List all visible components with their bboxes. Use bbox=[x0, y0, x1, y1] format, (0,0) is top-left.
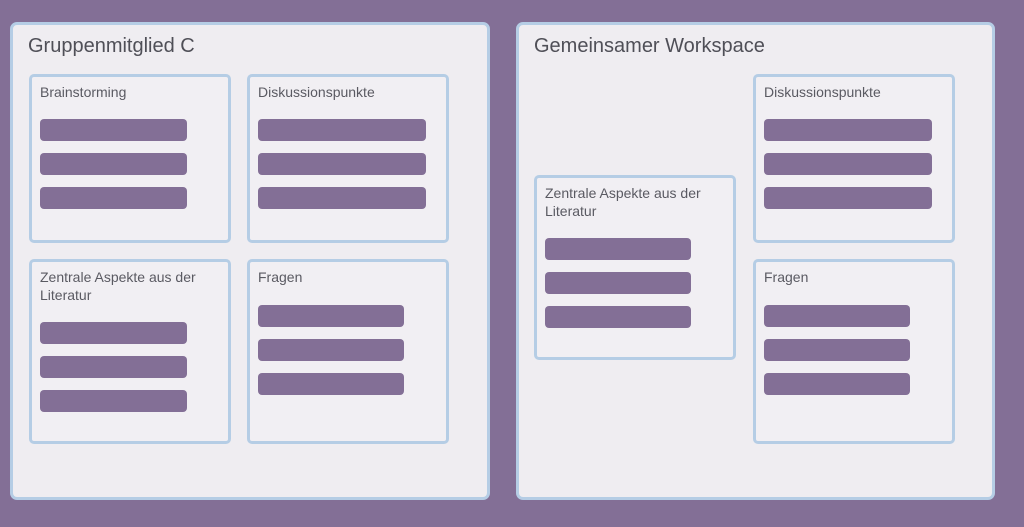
workspace-questions-title: Fragen bbox=[764, 269, 809, 285]
member-discussion-item bbox=[258, 153, 426, 175]
member-discussion-item bbox=[258, 187, 426, 209]
workspace-discussion-item bbox=[764, 119, 932, 141]
workspace-discussion-card: Diskussionspunkte bbox=[753, 74, 955, 243]
member-panel-title: Gruppenmitglied C bbox=[28, 35, 195, 57]
member-brainstorming-title: Brainstorming bbox=[40, 84, 127, 100]
member-brainstorming-item bbox=[40, 153, 187, 175]
member-discussion-item bbox=[258, 119, 426, 141]
workspace-questions-item bbox=[764, 373, 910, 395]
workspace-literature-title: Zentrale Aspekte aus der Literatur bbox=[545, 185, 701, 219]
workspace-literature-item bbox=[545, 238, 691, 260]
workspace-discussion-title: Diskussionspunkte bbox=[764, 84, 881, 100]
workspace-questions-item bbox=[764, 305, 910, 327]
member-literature-title: Zentrale Aspekte aus der Literatur bbox=[40, 269, 196, 303]
member-questions-item bbox=[258, 339, 404, 361]
member-literature-item bbox=[40, 322, 187, 344]
member-brainstorming-item bbox=[40, 119, 187, 141]
member-discussion-card: Diskussionspunkte bbox=[247, 74, 449, 243]
workspace-literature-item bbox=[545, 272, 691, 294]
member-literature-item bbox=[40, 390, 187, 412]
workspace-discussion-item bbox=[764, 153, 932, 175]
member-literature-card: Zentrale Aspekte aus der Literatur bbox=[29, 259, 231, 444]
workspace-panel-title: Gemeinsamer Workspace bbox=[534, 35, 765, 57]
member-questions-card: Fragen bbox=[247, 259, 449, 444]
member-questions-title: Fragen bbox=[258, 269, 303, 285]
workspace-literature-item bbox=[545, 306, 691, 328]
workspace-questions-card: Fragen bbox=[753, 259, 955, 444]
workspace-literature-card: Zentrale Aspekte aus der Literatur bbox=[534, 175, 736, 360]
member-brainstorming-item bbox=[40, 187, 187, 209]
workspace-discussion-item bbox=[764, 187, 932, 209]
member-questions-item bbox=[258, 373, 404, 395]
member-panel: Gruppenmitglied C Brainstorming Diskussi… bbox=[10, 22, 490, 500]
workspace-panel: Gemeinsamer Workspace Zentrale Aspekte a… bbox=[516, 22, 995, 500]
member-discussion-title: Diskussionspunkte bbox=[258, 84, 375, 100]
workspace-questions-item bbox=[764, 339, 910, 361]
member-literature-item bbox=[40, 356, 187, 378]
member-brainstorming-card: Brainstorming bbox=[29, 74, 231, 243]
member-questions-item bbox=[258, 305, 404, 327]
